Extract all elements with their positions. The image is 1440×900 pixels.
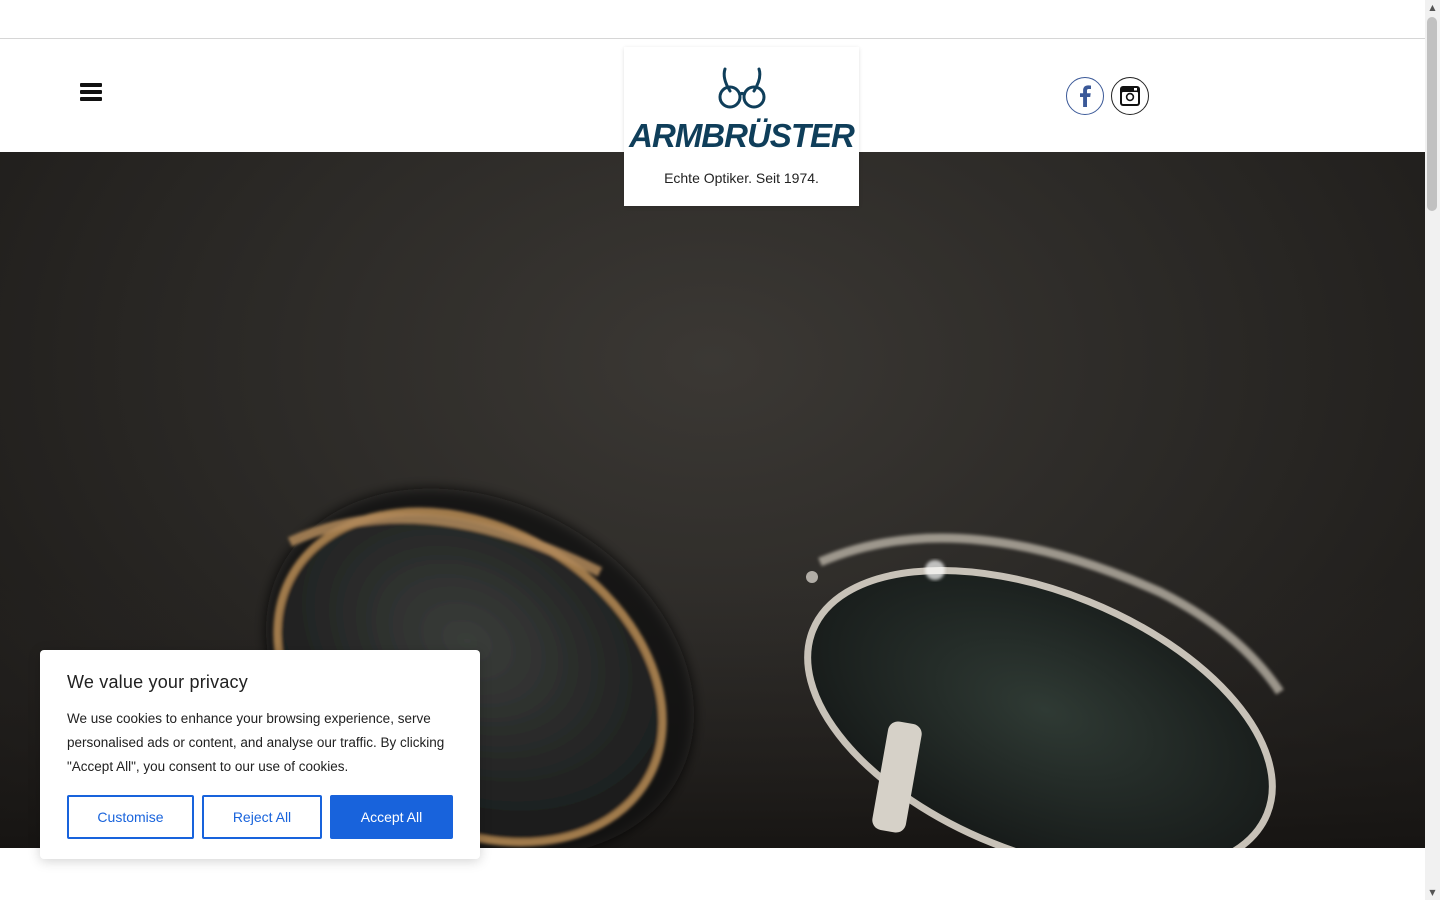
hamburger-menu-icon[interactable] bbox=[80, 83, 102, 101]
scroll-up-arrow-icon[interactable]: ▲ bbox=[1425, 0, 1440, 15]
brand-logo[interactable]: ARMBRÜSTER Echte Optiker. Seit 1974. bbox=[624, 47, 859, 206]
vertical-scrollbar[interactable]: ▲ ▼ bbox=[1425, 0, 1440, 900]
scroll-down-arrow-icon[interactable]: ▼ bbox=[1425, 885, 1440, 900]
facebook-icon[interactable] bbox=[1066, 77, 1104, 115]
cookie-consent-banner: We value your privacy We use cookies to … bbox=[40, 650, 480, 859]
brand-tagline: Echte Optiker. Seit 1974. bbox=[664, 170, 819, 186]
top-bar bbox=[0, 0, 1425, 39]
glasses-logo-icon bbox=[718, 67, 766, 109]
brand-wordmark: ARMBRÜSTER bbox=[629, 117, 855, 154]
customise-button[interactable]: Customise bbox=[67, 795, 194, 839]
reject-all-button[interactable]: Reject All bbox=[202, 795, 322, 839]
menu-bar bbox=[80, 97, 102, 101]
accept-all-button[interactable]: Accept All bbox=[330, 795, 453, 839]
instagram-icon[interactable] bbox=[1111, 77, 1149, 115]
cookie-description: We use cookies to enhance your browsing … bbox=[67, 711, 445, 774]
menu-bar bbox=[80, 90, 102, 94]
scrollbar-thumb[interactable] bbox=[1427, 17, 1437, 211]
menu-bar bbox=[80, 83, 102, 87]
cookie-title: We value your privacy bbox=[67, 672, 248, 692]
